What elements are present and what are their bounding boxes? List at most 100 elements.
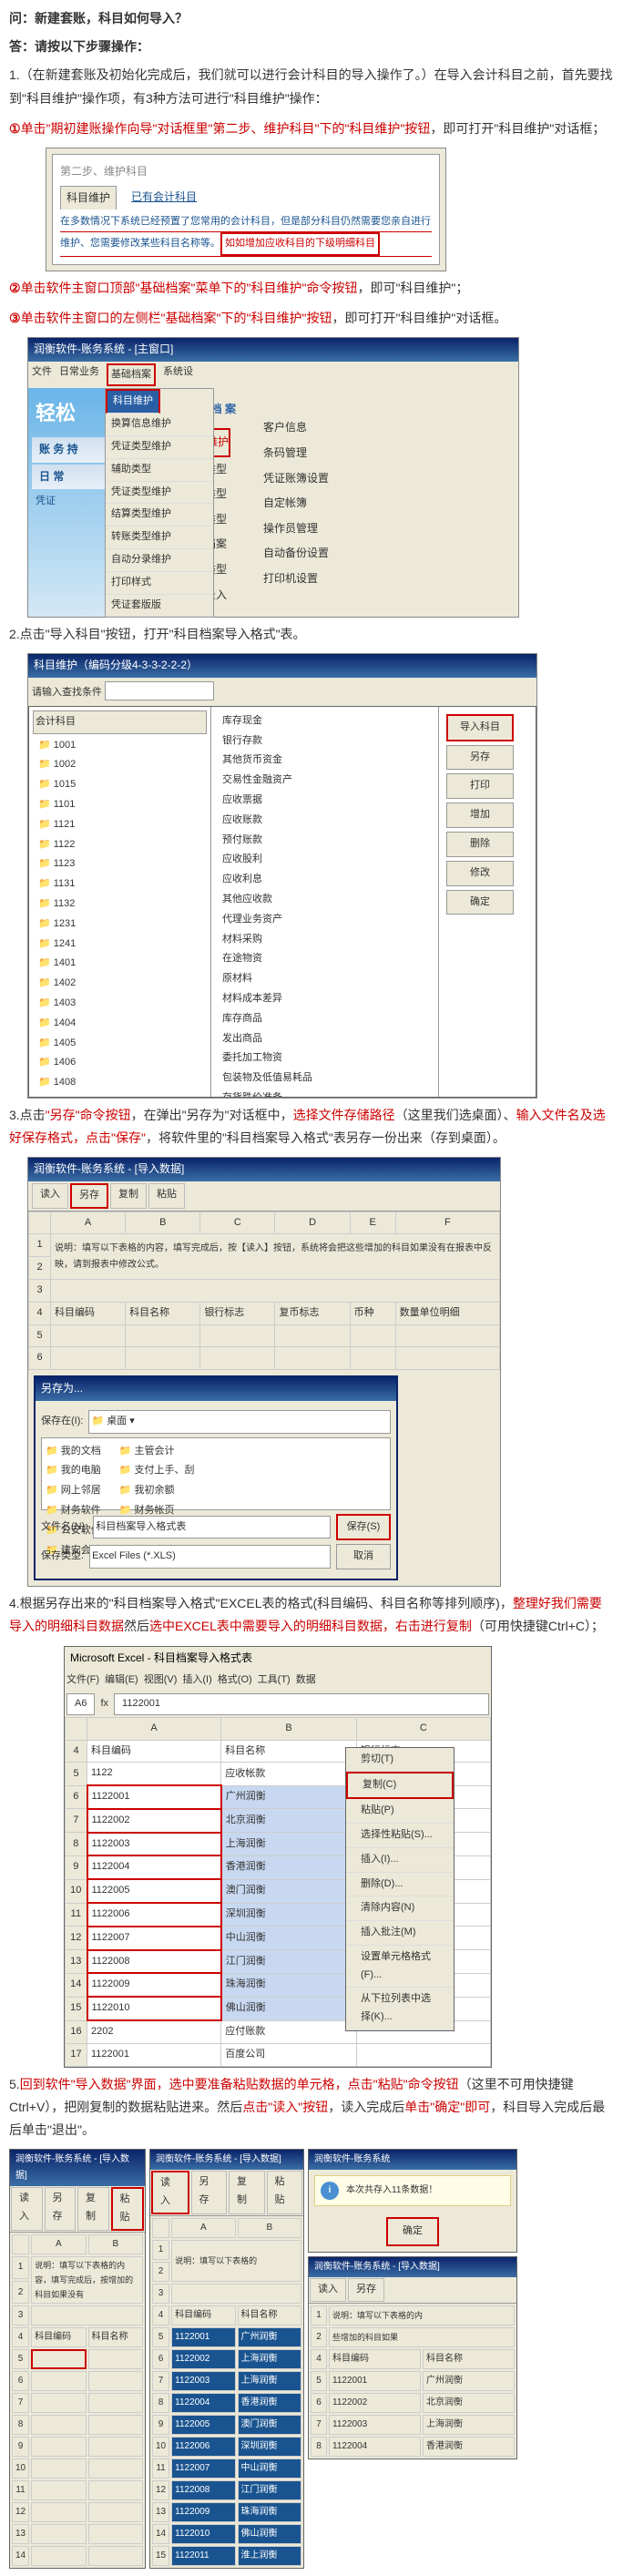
tab-maintain[interactable]: 科目维护: [60, 186, 117, 210]
tree-codes[interactable]: 会计科目 📁 1001📁 1002📁 1015📁 1101📁 1121📁 112…: [29, 707, 211, 1097]
excel-menu[interactable]: 工具(T): [258, 1671, 291, 1690]
ok-button[interactable]: 确定: [446, 890, 514, 915]
excel-menu[interactable]: 格式(O): [218, 1671, 252, 1690]
link-item[interactable]: 操作员管理: [263, 516, 329, 542]
step3: 3.点击"另存"命令按钮，在弹出"另存为"对话框中，选择文件存储路径（这里我们选…: [9, 1104, 614, 1150]
tree-title: 科目维护（编码分级4-3-3-2-2-2）: [28, 654, 536, 678]
tb-copy[interactable]: 复制: [110, 1183, 147, 1209]
excel-menu[interactable]: 数据: [296, 1671, 316, 1690]
wizard-dialog-screenshot: 第二步、维护科目 科目维护 已有会计科目 在多数情况下系统已经预置了您常用的会计…: [46, 148, 446, 271]
tb-paste[interactable]: 粘贴: [267, 2171, 303, 2214]
final-screenshots: 润衡软件-账务系统 - [导入数据] 读入 另存 复制 粘贴 AB 1说明：填写…: [9, 2149, 614, 2569]
excel-menu[interactable]: 插入(I): [182, 1671, 211, 1690]
tree-names[interactable]: 库存现金银行存款其他货币资金交易性金融资产应收票据应收账款预付账款应收股利应收利…: [211, 707, 439, 1097]
tb-read[interactable]: 读入: [151, 2171, 189, 2214]
ctx-item[interactable]: 插入批注(M): [346, 1921, 454, 1946]
excel-screenshot: Microsoft Excel - 科目档案导入格式表 文件(F) 编辑(E) 视图…: [64, 1646, 492, 2068]
dropdown-item[interactable]: 凭证类型维护: [106, 436, 213, 459]
cancel-button[interactable]: 取消: [336, 1544, 391, 1569]
dropdown-item[interactable]: 打印样式: [106, 572, 213, 595]
info-message: i 本次共存入11条数据！: [314, 2175, 511, 2206]
menu-base-archive[interactable]: 基础档案: [107, 363, 156, 387]
dropdown-item[interactable]: 凭证套版版: [106, 595, 213, 618]
tb-read[interactable]: 读入: [310, 2278, 346, 2302]
add-button[interactable]: 增加: [446, 802, 514, 828]
menu-system[interactable]: 系统设: [163, 363, 193, 387]
note-line2: 维护、您需要修改某些科目名称等。如如增加应收科目的下级明细科目: [60, 232, 432, 257]
tb-read[interactable]: 读入: [11, 2187, 43, 2231]
step5: 5.回到软件"导入数据"界面，选中要准备粘贴数据的单元格，点击"粘贴"命令按钮（…: [9, 2073, 614, 2142]
ctx-item[interactable]: 设置单元格格式(F)...: [346, 1946, 454, 1988]
formula-bar[interactable]: 1122001: [114, 1693, 489, 1715]
ctx-item[interactable]: 清除内容(N): [346, 1896, 454, 1921]
search-input[interactable]: [105, 681, 214, 700]
tb-copy[interactable]: 复制: [229, 2171, 265, 2214]
dropdown-item[interactable]: 结算类型维护: [106, 504, 213, 526]
print-button[interactable]: 打印: [446, 773, 514, 799]
save-as-dialog: 另存为... 保存在(I): 📁 桌面 ▾ 📁 我的文档📁 我的电脑📁 网上邻居…: [34, 1375, 398, 1580]
ctx-item[interactable]: 选择性粘贴(S)...: [346, 1824, 454, 1848]
tb-read[interactable]: 读入: [32, 1183, 68, 1209]
link-item[interactable]: 打印机设置: [263, 567, 329, 592]
excel-menu[interactable]: 编辑(E): [105, 1671, 138, 1690]
answer-label: 答：请按以下步骤操作：: [9, 36, 614, 58]
tb-copy[interactable]: 复制: [77, 2187, 109, 2231]
ok-button[interactable]: 确定: [386, 2217, 439, 2246]
filename-input[interactable]: 科目档案导入格式表: [93, 1516, 331, 1539]
main-menu-screenshot: 润衡软件-账务系统 - [主窗口] 文件 日常业务 基础档案 系统设 轻松 科目…: [27, 337, 519, 618]
tb-saveas[interactable]: 另存: [191, 2171, 228, 2214]
tb-saveas[interactable]: 另存: [70, 1183, 108, 1209]
account-maintain-screenshot: 科目维护（编码分级4-3-3-2-2-2） 请输入查找条件 会计科目 📁 100…: [27, 653, 537, 1098]
tb-saveas[interactable]: 另存: [348, 2278, 384, 2302]
save-button[interactable]: 保存(S): [336, 1514, 391, 1541]
tb-paste[interactable]: 粘贴: [111, 2187, 145, 2231]
delete-button[interactable]: 删除: [446, 832, 514, 857]
method1: ①单击"期初建账操作向导"对话框里"第二步、维护科目"下的"科目维护"按钮，即可…: [9, 118, 614, 140]
ctx-item[interactable]: 从下拉列表中选择(K)...: [346, 1988, 454, 2030]
link-item[interactable]: 凭证账簿设置: [263, 466, 329, 492]
saveas-button[interactable]: 另存: [446, 745, 514, 771]
cell-ref[interactable]: A6: [66, 1693, 95, 1715]
link-item[interactable]: 条码管理: [263, 441, 329, 466]
dropdown-item[interactable]: 辅助类型: [106, 459, 213, 482]
tab-existing[interactable]: 已有会计科目: [126, 186, 202, 210]
dropdown-item[interactable]: 转账类型维护: [106, 526, 213, 549]
context-menu: 剪切(T)复制(C)粘贴(P)选择性粘贴(S)...插入(I)...删除(D).…: [345, 1747, 454, 2032]
import-button[interactable]: 导入科目: [446, 714, 514, 741]
step4: 4.根据另存出来的"科目档案导入格式"EXCEL表的格式(科目编码、科目名称等排…: [9, 1592, 614, 1638]
ctx-item[interactable]: 删除(D)...: [346, 1873, 454, 1897]
filetype-dropdown[interactable]: Excel Files (*.XLS): [89, 1545, 331, 1569]
modify-button[interactable]: 修改: [446, 861, 514, 886]
dropdown-item[interactable]: 自动分录维护: [106, 549, 213, 572]
dropdown-item[interactable]: 换算信息维护: [106, 414, 213, 436]
menu-daily[interactable]: 日常业务: [59, 363, 99, 387]
tb-saveas[interactable]: 另存: [45, 2187, 77, 2231]
question: 问：新建套账，科目如何导入？: [9, 7, 614, 30]
step2: 2.点击"导入科目"按钮，打开"科目档案导入格式"表。: [9, 623, 614, 646]
excel-menu[interactable]: 视图(V): [144, 1671, 178, 1690]
dropdown-maintain[interactable]: 科目维护: [106, 389, 160, 414]
excel-menu[interactable]: 文件(F): [66, 1671, 99, 1690]
link-item[interactable]: 自动备份设置: [263, 541, 329, 567]
excel-title: Microsoft Excel - 科目档案导入格式表: [65, 1647, 491, 1671]
ctx-item[interactable]: 复制(C): [346, 1772, 454, 1799]
method3: ③单击软件主窗口的左侧栏"基础档案"下的"科目维护"按钮，即可打开"科目维护"对…: [9, 307, 614, 330]
savein-label: 保存在(I):: [41, 1413, 83, 1431]
link-item[interactable]: 客户信息: [263, 415, 329, 441]
search-label: 请输入查找条件: [32, 687, 102, 698]
ctx-item[interactable]: 插入(I)...: [346, 1848, 454, 1873]
import-grid[interactable]: ABCDEF 1说明：填写以下表格的内容，填写完成后，按【读入】按钮，系统将会把…: [28, 1211, 500, 1371]
savein-dropdown[interactable]: 📁 桌面 ▾: [88, 1410, 391, 1434]
info-icon: i: [321, 2182, 339, 2200]
filetype-label: 保存类型:: [41, 1548, 84, 1566]
import-title: 润衡软件-账务系统 - [导入数据]: [28, 1158, 500, 1181]
link-item[interactable]: 自定帐簿: [263, 491, 329, 516]
menu-file[interactable]: 文件: [32, 363, 52, 387]
step-title: 第二步、维护科目: [60, 162, 432, 182]
ctx-item[interactable]: 粘贴(P): [346, 1799, 454, 1824]
step1-intro: 1.（在新建套账及初始化完成后，我们就可以进行会计科目的导入操作了。）在导入会计…: [9, 64, 614, 109]
dropdown-item[interactable]: 凭证类型维护: [106, 482, 213, 505]
tb-paste[interactable]: 粘贴: [148, 1183, 185, 1209]
method2: ②单击软件主窗口顶部"基础档案"菜单下的"科目维护"命令按钮，即可"科目维护"；: [9, 277, 614, 300]
ctx-item[interactable]: 剪切(T): [346, 1748, 454, 1773]
